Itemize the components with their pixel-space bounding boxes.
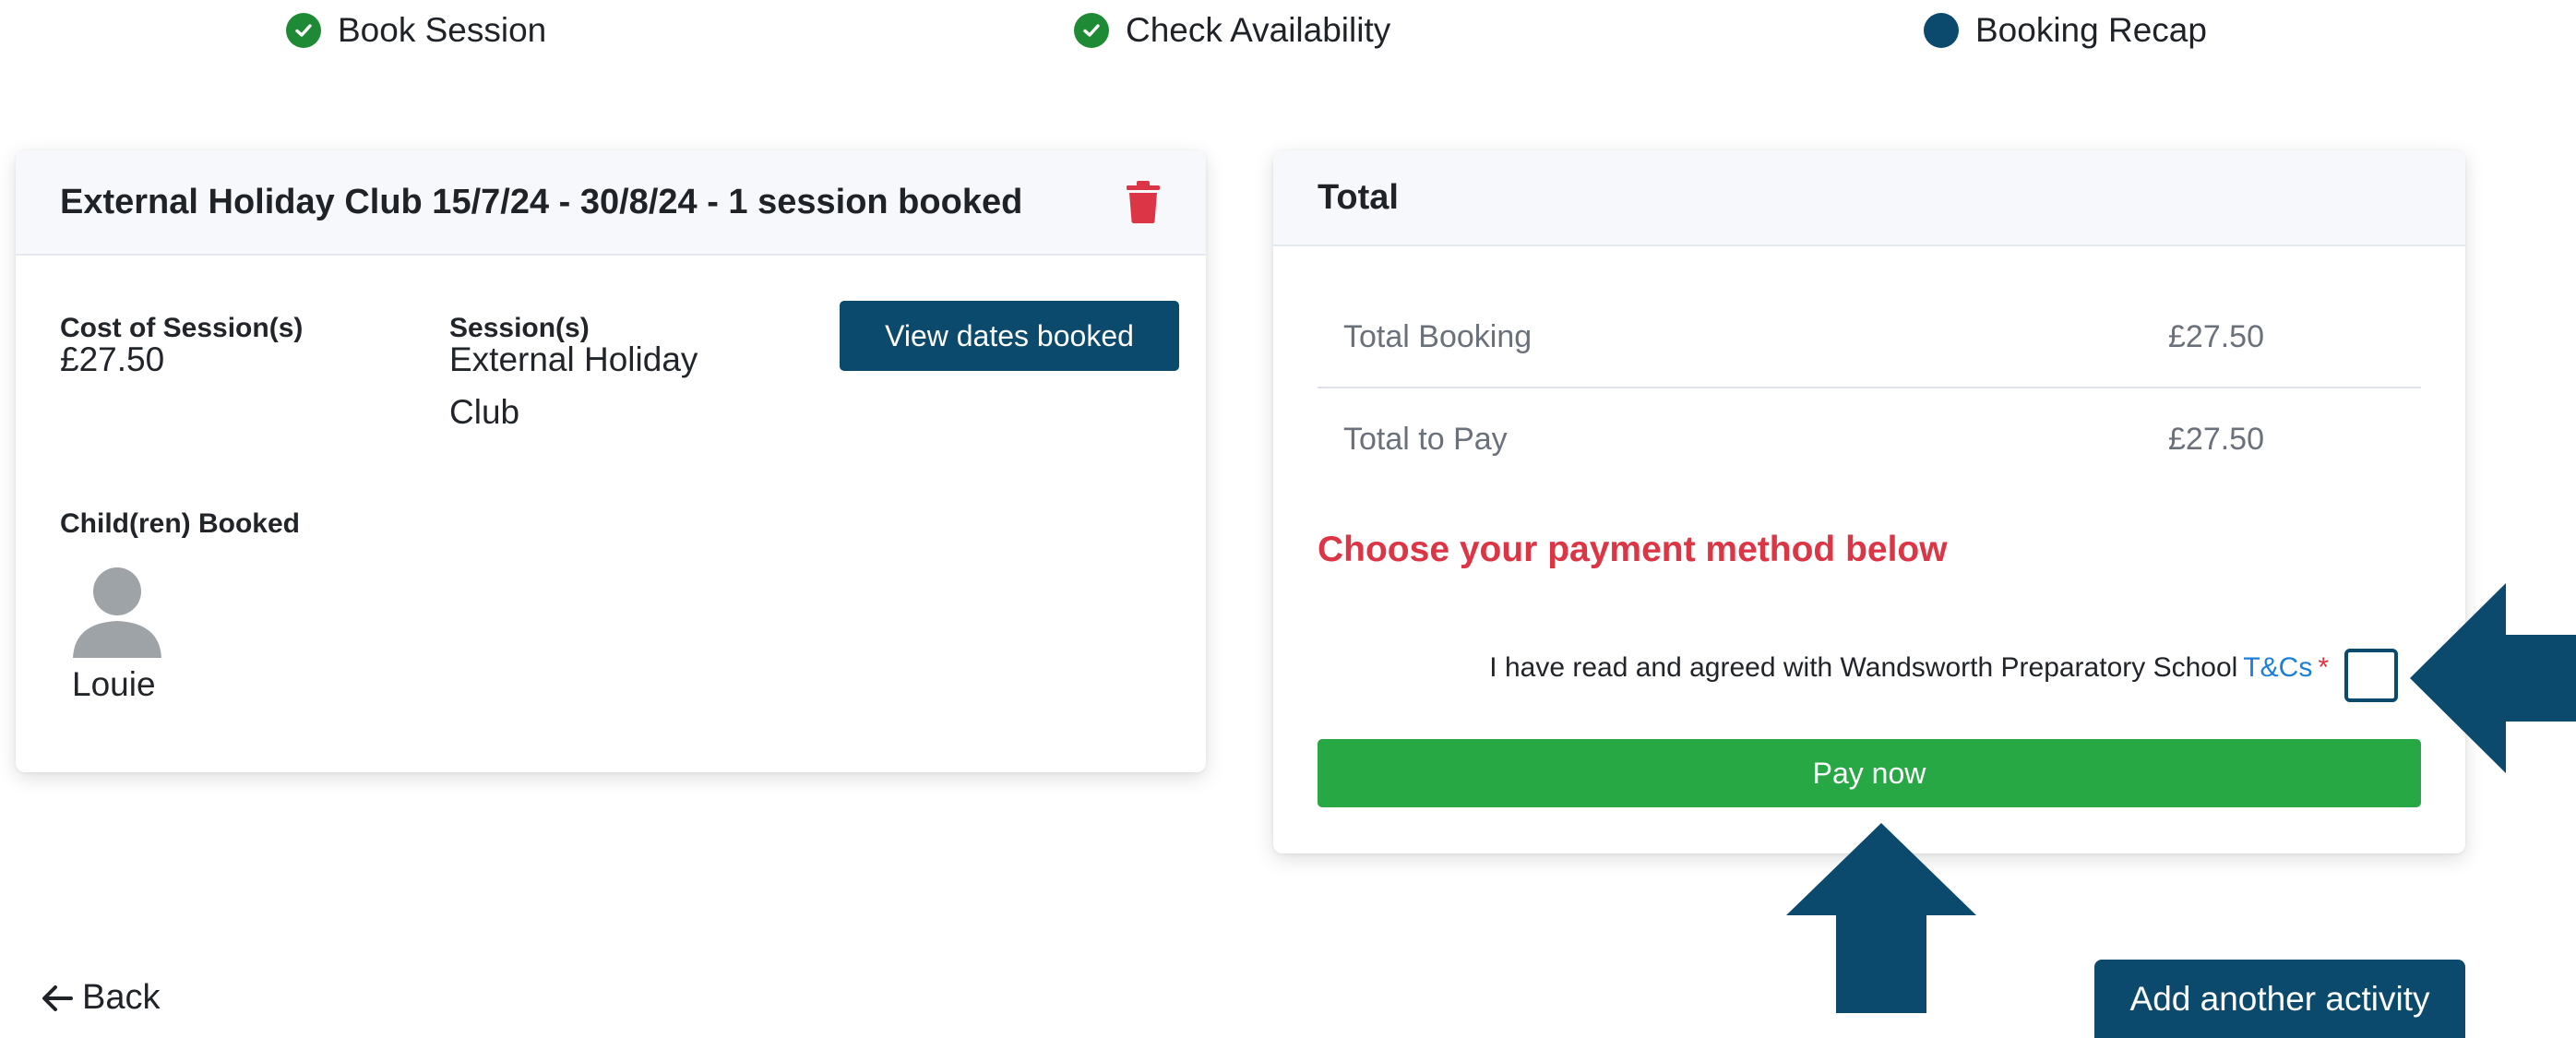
terms-agreement: I have read and agreed with Wandsworth P… xyxy=(1489,652,2329,684)
cost-value: £27.50 xyxy=(60,340,165,378)
terms-text: I have read and agreed with Wandsworth P… xyxy=(1489,652,2238,683)
step-booking-recap: Booking Recap xyxy=(1924,11,2207,50)
total-title: Total xyxy=(1318,177,1399,217)
booking-card: External Holiday Club 15/7/24 - 30/8/24 … xyxy=(16,150,1206,772)
booking-card-header: External Holiday Club 15/7/24 - 30/8/24 … xyxy=(16,150,1206,256)
back-label: Back xyxy=(82,978,161,1017)
arrow-left-icon xyxy=(42,984,73,1011)
booking-recap-page: Book Session Check Availability Booking … xyxy=(0,0,2576,1038)
check-circle-icon xyxy=(286,13,321,48)
required-marker: * xyxy=(2318,652,2329,683)
total-to-pay-row: Total to Pay £27.50 xyxy=(1318,388,2421,490)
sessions-value-line1: External Holiday xyxy=(449,340,698,378)
pay-now-button[interactable]: Pay now xyxy=(1318,739,2421,807)
arrow-pointer-up-icon xyxy=(1786,823,1976,1013)
step-label: Check Availability xyxy=(1126,11,1391,49)
trash-icon[interactable] xyxy=(1125,181,1162,223)
back-link[interactable]: Back xyxy=(42,978,160,1018)
view-dates-booked-button[interactable]: View dates booked xyxy=(840,301,1179,371)
step-label: Booking Recap xyxy=(1975,11,2207,49)
child-name: Louie xyxy=(72,665,156,703)
sessions-value-line2: Club xyxy=(449,393,520,431)
arrow-pointer-left-icon xyxy=(2410,583,2576,773)
total-card-header: Total xyxy=(1273,150,2465,246)
payment-method-heading: Choose your payment method below xyxy=(1318,530,1948,569)
add-another-activity-button[interactable]: Add another activity xyxy=(2094,960,2465,1038)
total-to-pay-label: Total to Pay xyxy=(1343,421,1508,457)
terms-checkbox[interactable] xyxy=(2344,649,2398,702)
total-booking-label: Total Booking xyxy=(1343,318,1532,354)
step-check-availability: Check Availability xyxy=(1074,11,1390,50)
total-to-pay-value: £27.50 xyxy=(2168,421,2264,457)
booking-title: External Holiday Club 15/7/24 - 30/8/24 … xyxy=(60,182,1023,221)
check-circle-icon xyxy=(1074,13,1109,48)
avatar-icon xyxy=(73,567,161,658)
total-booking-value: £27.50 xyxy=(2168,318,2264,354)
current-step-dot-icon xyxy=(1924,13,1959,48)
step-book-session: Book Session xyxy=(286,11,546,50)
step-label: Book Session xyxy=(338,11,547,49)
terms-link[interactable]: T&Cs xyxy=(2243,652,2312,684)
total-booking-row: Total Booking £27.50 xyxy=(1318,287,2421,388)
children-booked-label: Child(ren) Booked xyxy=(60,508,300,539)
total-card: Total Total Booking £27.50 Total to Pay … xyxy=(1273,150,2465,853)
